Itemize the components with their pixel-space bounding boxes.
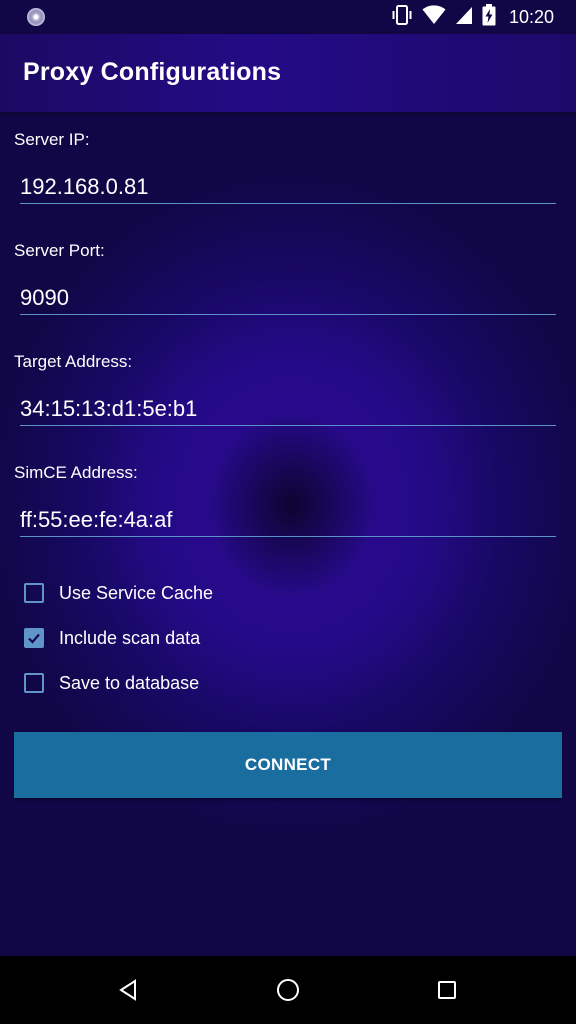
target-address-label: Target Address: <box>14 352 133 371</box>
server-ip-label: Server IP: <box>14 130 90 149</box>
status-bar: 10:20 <box>0 0 576 34</box>
save-to-database-checkbox[interactable] <box>24 673 44 693</box>
status-time: 10:20 <box>508 6 554 27</box>
app-notification-icon <box>27 8 45 26</box>
app-bar: Proxy Configurations <box>0 34 576 112</box>
recents-icon <box>438 981 456 999</box>
connect-button[interactable]: CONNECT <box>14 732 562 798</box>
include-scan-data-label: Include scan data <box>59 627 201 648</box>
simce-address-input[interactable] <box>20 503 556 537</box>
battery-charging-icon <box>482 3 496 31</box>
vibrate-icon <box>391 4 413 30</box>
home-button[interactable] <box>274 976 302 1004</box>
back-button[interactable] <box>114 976 142 1004</box>
save-to-database-option[interactable]: Save to database <box>24 670 199 696</box>
server-ip-input[interactable] <box>20 170 556 204</box>
server-port-input[interactable] <box>20 281 556 315</box>
simce-address-label: SimCE Address: <box>14 463 138 482</box>
checkmark-icon <box>28 633 40 644</box>
use-service-cache-checkbox[interactable] <box>24 583 44 603</box>
status-icons: 10:20 <box>391 0 554 34</box>
include-scan-data-checkbox[interactable] <box>24 628 44 648</box>
use-service-cache-option[interactable]: Use Service Cache <box>24 580 213 606</box>
back-icon <box>119 979 136 1001</box>
page-title: Proxy Configurations <box>23 58 282 86</box>
server-port-label: Server Port: <box>14 241 105 260</box>
target-address-input[interactable] <box>20 392 556 426</box>
recents-button[interactable] <box>433 976 461 1004</box>
signal-icon <box>455 5 473 30</box>
include-scan-data-option[interactable]: Include scan data <box>24 625 200 651</box>
use-service-cache-label: Use Service Cache <box>59 582 214 603</box>
wifi-icon <box>422 4 446 30</box>
navigation-bar <box>0 956 576 1024</box>
home-icon <box>277 979 299 1001</box>
save-to-database-label: Save to database <box>59 672 200 693</box>
